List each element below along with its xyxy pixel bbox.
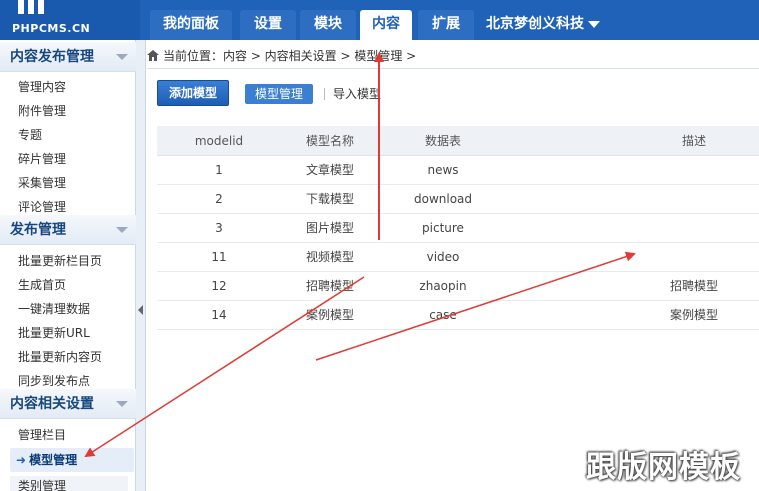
sidebar-item-batch-content[interactable]: 批量更新内容页 xyxy=(18,347,102,367)
cell-description xyxy=(637,243,751,272)
cell-data-table: case xyxy=(429,308,457,322)
sidebar-item-categories[interactable]: 管理栏目 xyxy=(18,425,66,445)
cell-data-table: video xyxy=(426,250,460,264)
cell-modelid: 14 xyxy=(211,308,227,322)
sidebar-item-manage-content[interactable]: 管理内容 xyxy=(18,77,66,97)
cell-description xyxy=(637,156,751,185)
sidebar-item-gen-index[interactable]: 生成首页 xyxy=(18,275,66,295)
tab-modules[interactable]: 模块 xyxy=(300,10,356,40)
table-row[interactable]: 1 文章模型 news xyxy=(157,156,759,185)
cell-modelid: 12 xyxy=(211,279,227,293)
sidebar-section-title: 发布管理 xyxy=(10,222,66,238)
chevron-down-icon xyxy=(588,20,600,28)
cell-description: 招聘模型 xyxy=(669,279,718,293)
import-model-link[interactable]: 导入模型 xyxy=(333,84,381,104)
cell-model-name: 下载模型 xyxy=(306,192,355,206)
tab-settings[interactable]: 设置 xyxy=(240,10,296,40)
sidebar-item-sync[interactable]: 同步到发布点 xyxy=(18,371,90,391)
breadcrumb-text: 当前位置：内容 > 内容相关设置 > 模型管理 > xyxy=(163,49,417,63)
sidebar-section-title: 内容相关设置 xyxy=(10,396,94,412)
tab-my-panel[interactable]: 我的面板 xyxy=(150,10,232,40)
arrow-right-icon: ➜ xyxy=(16,453,27,467)
home-icon xyxy=(147,50,159,61)
site-selector[interactable]: 北京梦创义科技 xyxy=(486,10,600,38)
cell-model-name: 图片模型 xyxy=(306,221,355,235)
sidebar-item-types[interactable]: 类别管理 xyxy=(10,476,128,491)
cell-modelid: 11 xyxy=(211,250,227,264)
col-modelid: modelid xyxy=(194,134,244,148)
sidebar-item-model-manage[interactable]: ➜ 模型管理 xyxy=(10,448,134,472)
sidebar-section-content-settings[interactable]: 内容相关设置 xyxy=(0,389,136,419)
collapse-triangle-icon xyxy=(116,54,128,60)
logo-mark xyxy=(18,0,82,20)
cell-data-table: zhaopin xyxy=(419,279,467,293)
cell-model-name: 文章模型 xyxy=(306,163,355,177)
cell-description xyxy=(637,185,751,214)
sidebar-item-batch-url[interactable]: 批量更新URL xyxy=(18,323,90,343)
divider xyxy=(324,88,325,100)
sidebar-section-title: 内容发布管理 xyxy=(10,49,94,65)
collapse-triangle-icon xyxy=(116,227,128,233)
sidebar-item-comments[interactable]: 评论管理 xyxy=(18,197,66,217)
sidebar-collapse-bar[interactable] xyxy=(136,40,146,491)
table-row[interactable]: 11 视频模型 video xyxy=(157,243,759,272)
sidebar-item-clean-data[interactable]: 一键清理数据 xyxy=(18,299,90,319)
sidebar: 内容发布管理 管理内容 附件管理 专题 碎片管理 采集管理 评论管理 发布管理 … xyxy=(0,40,136,491)
sidebar-item-label: 模型管理 xyxy=(29,453,78,467)
site-selector-label: 北京梦创义科技 xyxy=(486,16,584,32)
cell-modelid: 3 xyxy=(215,221,223,235)
breadcrumb: 当前位置：内容 > 内容相关设置 > 模型管理 > xyxy=(147,44,759,68)
cell-model-name: 案例模型 xyxy=(306,308,355,322)
sidebar-item-blocks[interactable]: 碎片管理 xyxy=(18,149,66,169)
cell-description xyxy=(637,214,751,243)
sidebar-item-batch-category[interactable]: 批量更新栏目页 xyxy=(18,251,102,271)
col-description: 描述 xyxy=(681,134,706,148)
table-row[interactable]: 12 招聘模型 zhaopin 招聘模型 xyxy=(157,272,759,301)
collapse-triangle-icon xyxy=(116,401,128,407)
top-bar: PHPCMS.CN 我的面板 设置 模块 内容 扩展 北京梦创义科技 xyxy=(0,0,759,40)
sidebar-section-content-publish[interactable]: 内容发布管理 xyxy=(0,42,136,72)
collapse-left-icon xyxy=(138,305,143,315)
logo-text: PHPCMS.CN xyxy=(12,22,91,35)
col-model-name: 模型名称 xyxy=(306,134,355,148)
cell-data-table: news xyxy=(427,163,459,177)
sidebar-item-special[interactable]: 专题 xyxy=(18,125,42,145)
sidebar-item-attachments[interactable]: 附件管理 xyxy=(18,101,66,121)
cell-data-table: download xyxy=(413,192,473,206)
cell-description: 案例模型 xyxy=(669,308,718,322)
cell-modelid: 2 xyxy=(215,192,223,206)
table-header: modelid 模型名称 数据表 描述 xyxy=(157,126,759,156)
cell-model-name: 招聘模型 xyxy=(306,279,355,293)
table-row[interactable]: 2 下载模型 download xyxy=(157,185,759,214)
tab-extend[interactable]: 扩展 xyxy=(418,10,474,40)
tab-content[interactable]: 内容 xyxy=(360,10,412,40)
table-row[interactable]: 3 图片模型 picture xyxy=(157,214,759,243)
model-manage-tab[interactable]: 模型管理 xyxy=(245,84,313,104)
col-data-table: 数据表 xyxy=(424,134,461,148)
divider xyxy=(147,68,759,69)
sidebar-section-publish[interactable]: 发布管理 xyxy=(0,215,136,245)
add-model-button[interactable]: 添加模型 xyxy=(157,80,229,106)
logo: PHPCMS.CN xyxy=(0,0,140,40)
cell-model-name: 视频模型 xyxy=(306,250,355,264)
cell-modelid: 1 xyxy=(215,163,223,177)
sidebar-item-collect[interactable]: 采集管理 xyxy=(18,173,66,193)
watermark: 跟版网模板 xyxy=(586,450,741,485)
cell-data-table: picture xyxy=(422,221,464,235)
table-row[interactable]: 14 案例模型 case 案例模型 xyxy=(157,301,759,330)
